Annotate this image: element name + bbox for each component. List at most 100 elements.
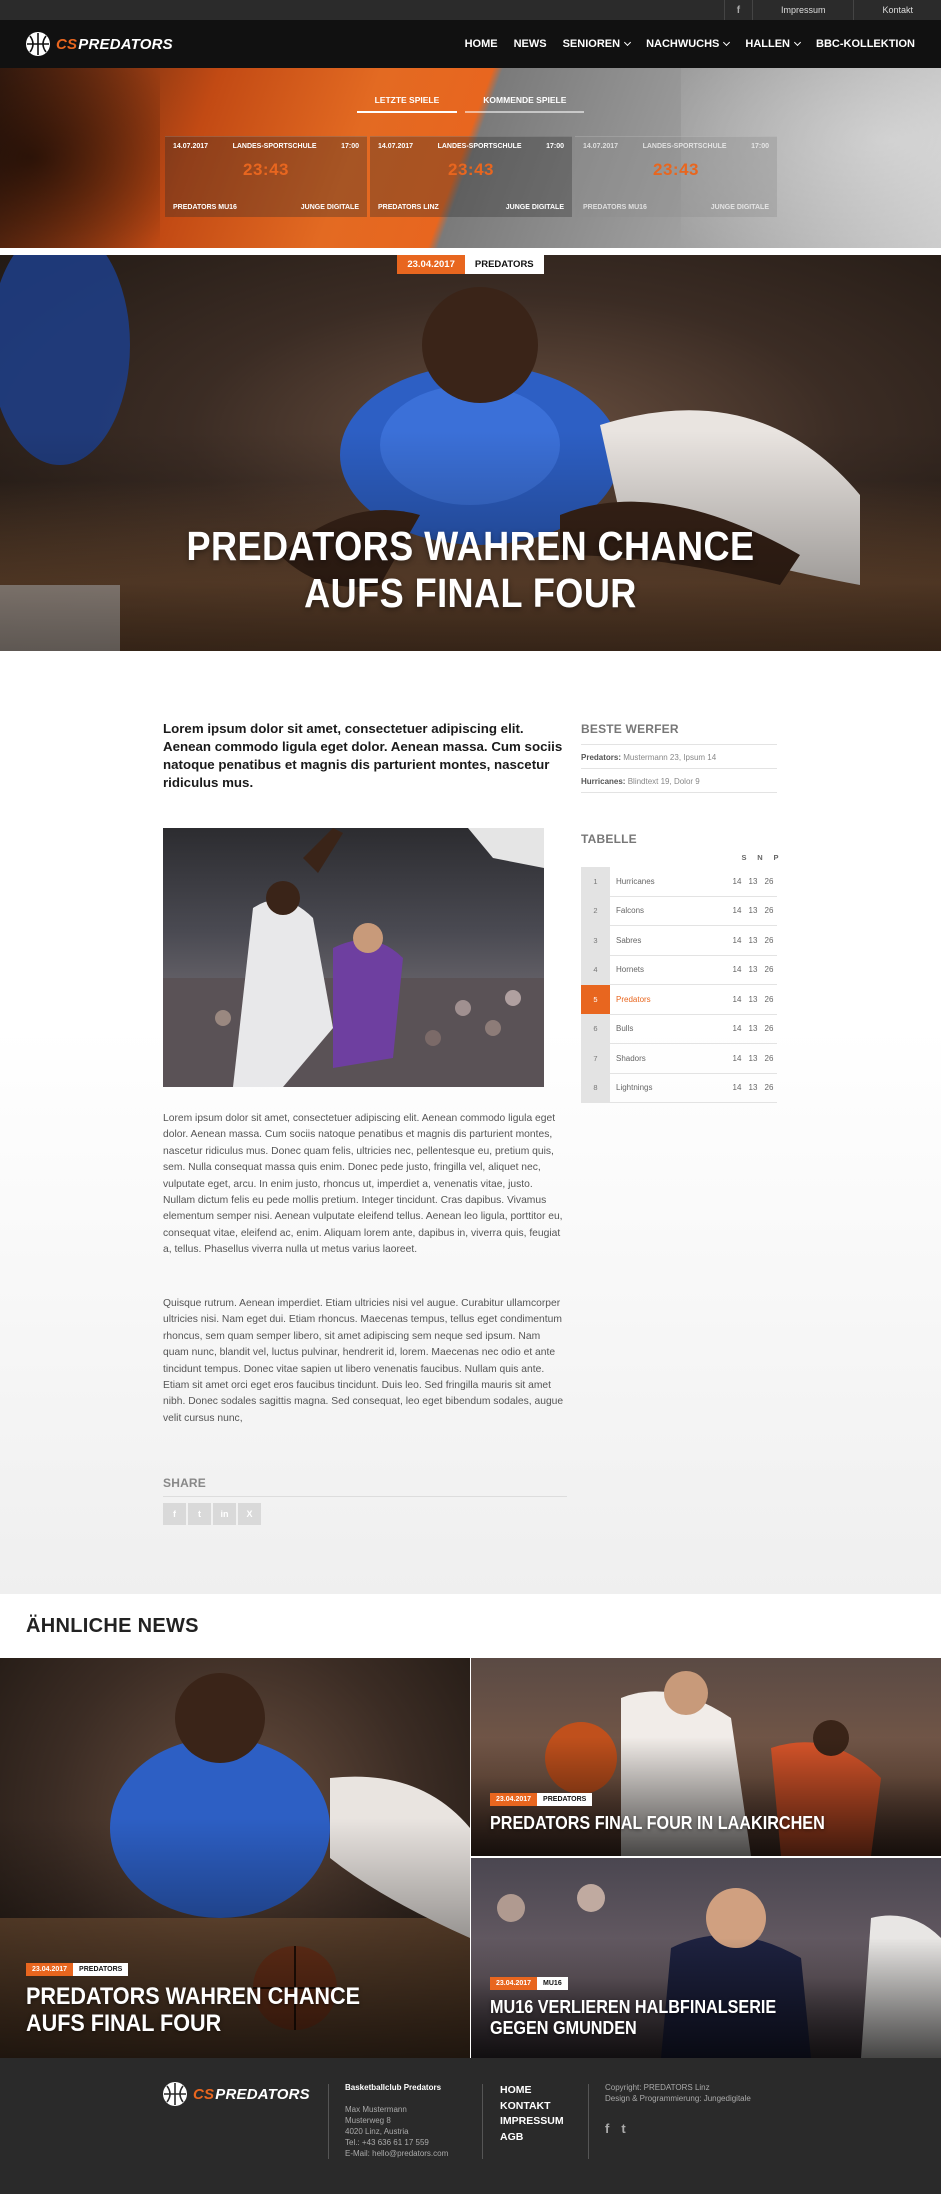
table-row[interactable]: 6 Bulls 14 13 26 xyxy=(581,1014,777,1044)
impressum-link[interactable]: Impressum xyxy=(751,0,854,20)
linkedin-share-icon[interactable]: in xyxy=(213,1503,236,1525)
chevron-down-icon xyxy=(793,38,802,47)
site-logo[interactable]: CSPREDATORS xyxy=(26,32,173,56)
category-badge[interactable]: PREDATORS xyxy=(464,255,544,274)
table-row[interactable]: 1 Hurricanes 14 13 26 xyxy=(581,867,777,897)
chevron-down-icon xyxy=(723,38,731,47)
article-title-line: AUFS FINAL FOUR xyxy=(304,570,637,616)
nav-item-hallen[interactable]: HALLEN xyxy=(745,38,802,50)
table-row[interactable]: 3 Sabres 14 13 26 xyxy=(581,926,777,956)
table-row[interactable]: 4 Hornets 14 13 26 xyxy=(581,955,777,985)
article-paragraph: Quisque rutrum. Aenean imperdiet. Etiam … xyxy=(163,1298,564,1424)
footer-address: Basketballclub Predators Max Mustermann … xyxy=(345,2082,448,2159)
nav-item-news[interactable]: NEWS xyxy=(514,38,547,50)
nav-item-home[interactable]: HOME xyxy=(465,38,498,50)
twitter-icon[interactable]: t xyxy=(621,2121,625,2136)
game-venue: LANDES-SPORTSCHULE xyxy=(437,143,522,150)
twitter-share-icon[interactable]: t xyxy=(188,1503,211,1525)
card-title-line: MU16 VERLIEREN HALBFINALSERIE xyxy=(490,1997,777,2017)
losses: 13 xyxy=(748,1024,758,1034)
werfer-players: Mustermann 23, Ipsum 14 xyxy=(623,753,717,762)
email[interactable]: E-Mail: hello@predators.com xyxy=(345,2148,448,2159)
address-line: Musterweg 8 xyxy=(345,2116,391,2125)
facebook-icon[interactable]: f xyxy=(723,0,752,20)
card-title-line: AUFS FINAL FOUR xyxy=(26,2010,222,2037)
game-venue: LANDES-SPORTSCHULE xyxy=(642,143,727,150)
card-badges: 23.04.2017 PREDATORS xyxy=(490,1793,593,1806)
team-name: Bulls xyxy=(616,1024,634,1034)
werfer-team: Hurricanes: xyxy=(581,777,626,786)
category-badge: PREDATORS xyxy=(537,1793,593,1806)
rank: 7 xyxy=(581,1044,610,1073)
related-news-card[interactable]: 23.04.2017 PREDATORS PREDATORS FINAL FOU… xyxy=(471,1658,941,1856)
related-news-card[interactable]: 23.04.2017 PREDATORS PREDATORS WAHREN CH… xyxy=(0,1658,470,2058)
nav-item-senioren[interactable]: SENIOREN xyxy=(563,38,632,50)
related-news-card[interactable]: 23.04.2017 MU16 MU16 VERLIEREN HALBFINAL… xyxy=(471,1858,941,2058)
footer-link-home[interactable]: HOME xyxy=(500,2083,564,2099)
tab-kommende-spiele[interactable]: KOMMENDE SPIELE xyxy=(465,91,585,113)
share-buttons: f t in X xyxy=(163,1503,261,1525)
team-name: Hornets xyxy=(616,965,645,975)
losses: 13 xyxy=(748,1083,758,1093)
footer-link-impressum[interactable]: IMPRESSUM xyxy=(500,2114,564,2130)
list-item: Hurricanes: Blindtext 19, Dolor 9 xyxy=(581,768,777,793)
table-row[interactable]: 7 Shadors 14 13 26 xyxy=(581,1044,777,1074)
footer-link-agb[interactable]: AGB xyxy=(500,2130,564,2146)
table-row-highlighted[interactable]: 5 Predators 14 13 26 xyxy=(581,985,777,1015)
card-title-line: PREDATORS WAHREN CHANCE xyxy=(26,1983,361,2010)
game-score: 23:43 xyxy=(243,160,289,179)
copyright-text: Copyright: PREDATORS Linz xyxy=(605,2083,710,2092)
basketball-icon xyxy=(163,2082,187,2106)
footer-divider xyxy=(588,2084,589,2159)
nav-item-nachwuchs[interactable]: NACHWUCHS xyxy=(646,38,731,50)
table-header: S N P xyxy=(736,853,784,862)
facebook-icon[interactable]: f xyxy=(605,2121,609,2136)
footer-logo[interactable]: CSPREDATORS xyxy=(163,2082,310,2106)
wins: 14 xyxy=(732,994,742,1004)
score-card[interactable]: 14.07.2017 LANDES-SPORTSCHULE 17:00 23:43 … xyxy=(165,136,367,217)
card-title-line: PREDATORS FINAL FOUR IN LAAKIRCHEN xyxy=(490,1813,825,1833)
date-badge: 23.04.2017 xyxy=(490,1977,538,1990)
score-card[interactable]: 14.07.2017 LANDES-SPORTSCHULE 17:00 23:43 … xyxy=(370,136,572,217)
card-title: MU16 VERLIEREN HALBFINALSERIE GEGEN GMUN… xyxy=(490,1997,776,2039)
table-row[interactable]: 2 Falcons 14 13 26 xyxy=(581,896,777,926)
game-date: 14.07.2017 xyxy=(173,143,209,150)
facebook-share-icon[interactable]: f xyxy=(163,1503,186,1525)
tab-letzte-spiele[interactable]: LETZTE SPIELE xyxy=(356,91,458,113)
address-line: 4020 Linz, Austria xyxy=(345,2127,409,2136)
scores-banner: LETZTE SPIELE KOMMENDE SPIELE 14.07.2017… xyxy=(0,68,941,248)
home-team: PREDATORS MU16 xyxy=(583,204,647,211)
points: 26 xyxy=(764,876,774,886)
related-news-grid: 23.04.2017 PREDATORS PREDATORS WAHREN CH… xyxy=(0,1658,941,2058)
nav-item-bbc-kollektion[interactable]: BBC-KOLLEKTION xyxy=(816,38,915,50)
rank: 4 xyxy=(581,955,610,984)
points: 26 xyxy=(764,1083,774,1093)
column-header: S xyxy=(741,853,747,862)
score-card[interactable]: 14.07.2017 LANDES-SPORTSCHULE 17:00 23:43 … xyxy=(575,136,777,217)
xing-share-icon[interactable]: X xyxy=(238,1503,261,1525)
footer-link-kontakt[interactable]: KONTAKT xyxy=(500,2099,564,2115)
spacer xyxy=(0,248,941,255)
game-venue: LANDES-SPORTSCHULE xyxy=(232,143,317,150)
card-badges: 23.04.2017 MU16 xyxy=(490,1977,568,1990)
footer-social: f t xyxy=(605,2121,626,2136)
wins: 14 xyxy=(732,1053,742,1063)
main-nav: HOME NEWS SENIOREN NACHWUCHS HALLEN BBC-… xyxy=(465,38,915,50)
article-hero-image: 23.04.2017 PREDATORS PREDATORS WAHREN CH… xyxy=(0,255,941,651)
share-heading: SHARE xyxy=(163,1476,567,1497)
article-content: Lorem ipsum dolor sit amet, consectetuer… xyxy=(0,651,941,1594)
team-name: Shadors xyxy=(616,1053,646,1063)
team-name: Hurricanes xyxy=(616,876,655,886)
logo-text: CSPREDATORS xyxy=(56,35,173,53)
points: 26 xyxy=(764,1024,774,1034)
kontakt-link[interactable]: Kontakt xyxy=(853,0,941,20)
game-time: 17:00 xyxy=(546,143,564,150)
date-badge: 23.04.2017 xyxy=(490,1793,538,1806)
article-paragraph: Lorem ipsum dolor sit amet, consectetuer… xyxy=(163,1113,563,1256)
wins: 14 xyxy=(732,876,742,886)
article-title: PREDATORS WAHREN CHANCE AUFS FINAL FOUR xyxy=(56,523,884,617)
rank: 1 xyxy=(581,867,610,896)
footer-divider xyxy=(328,2084,329,2159)
table-row[interactable]: 8 Lightnings 14 13 26 xyxy=(581,1073,777,1103)
site-footer: CSPREDATORS Basketballclub Predators Max… xyxy=(0,2058,941,2194)
